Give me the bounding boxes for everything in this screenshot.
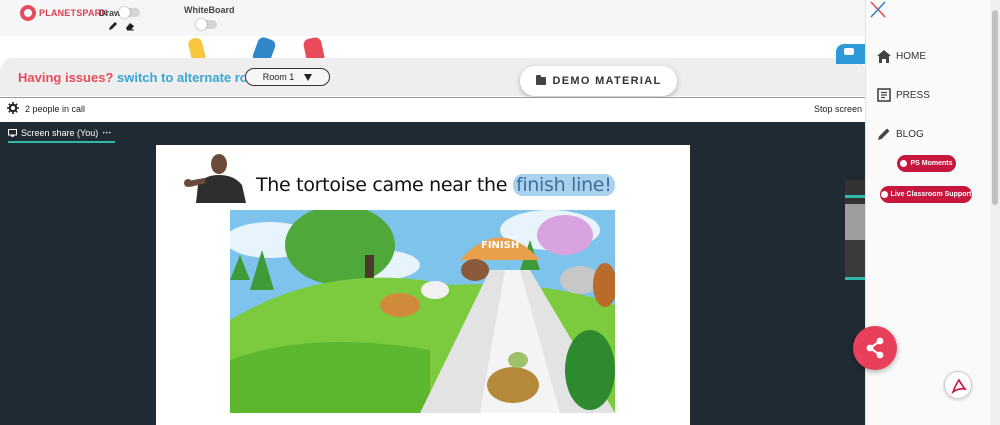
people-in-call-count: 2 people in call (25, 104, 86, 114)
issues-message: Having issues? switch to alternate room (18, 70, 267, 85)
gear-icon[interactable] (7, 102, 19, 117)
participant-thumbnail[interactable] (845, 204, 865, 240)
pill-label: Live Classroom Support (890, 191, 972, 198)
sidebar-item-blog[interactable]: BLOG (877, 127, 924, 141)
screen-share-label: Screen share (You) (21, 127, 99, 138)
slide-sentence: The tortoise came near the finish line! (256, 174, 615, 196)
monitor-icon (8, 128, 17, 137)
presenter-avatar (182, 151, 248, 203)
call-bar (0, 97, 865, 122)
whiteboard-label: WhiteBoard (184, 5, 235, 15)
home-icon (877, 49, 891, 63)
sidebar-item-label: PRESS (896, 89, 930, 101)
pencil-icon[interactable] (108, 21, 118, 34)
active-tab-indicator (8, 141, 115, 143)
demo-material-label: DEMO MATERIAL (552, 75, 662, 87)
ps-moments-button[interactable]: PS Moments (897, 155, 956, 172)
finish-sign-text: FINISH (481, 240, 519, 251)
thumbnail-status-bar (845, 195, 865, 198)
eraser-icon[interactable] (125, 21, 135, 34)
slide-highlighted-text: finish line! (512, 174, 615, 196)
share-button[interactable] (853, 326, 897, 370)
sidebar-item-label: BLOG (896, 128, 924, 140)
story-illustration: FINISH (230, 210, 615, 413)
support-icon (880, 191, 888, 198)
draw-toggle[interactable] (119, 7, 140, 18)
thumbnail-status-bar (845, 277, 865, 280)
brand-name: PLANETSPARK (39, 8, 109, 18)
slide-text-prefix: The tortoise came near the (256, 174, 508, 196)
pdf-icon (951, 378, 967, 395)
participant-thumbnail[interactable] (845, 180, 865, 204)
close-icon[interactable] (868, 0, 888, 20)
pencil-icon (877, 127, 891, 141)
issues-prefix: Having issues? (18, 70, 114, 85)
pill-label: PS Moments (910, 160, 953, 167)
folder-icon (535, 75, 546, 85)
brand-logo[interactable]: PLANETSPARK (20, 5, 108, 21)
stop-screen-button[interactable]: Stop screen (814, 104, 862, 114)
news-icon (877, 88, 891, 102)
tab-screen-share[interactable]: Screen share (You) ⋯ (8, 127, 111, 138)
sidebar-item-home[interactable]: HOME (877, 49, 926, 63)
planetspark-logo-icon (20, 5, 36, 21)
sidebar-item-label: HOME (896, 50, 926, 62)
room-select-value: Room 1 (262, 72, 295, 82)
more-options-icon[interactable]: ⋯ (102, 127, 111, 138)
dropdown-triangle-icon (304, 73, 313, 81)
classroom-page: PLANETSPARK Draw WhiteBoard Having issue… (0, 0, 1000, 425)
draw-label: Draw (99, 8, 122, 18)
chat-bubble-icon[interactable] (836, 44, 865, 64)
share-icon (866, 337, 884, 359)
participant-thumbnail[interactable] (845, 240, 865, 280)
sidebar-item-press[interactable]: PRESS (877, 88, 930, 102)
live-classroom-support-button[interactable]: Live Classroom Support (880, 186, 972, 203)
room-select[interactable]: Room 1 (245, 68, 330, 86)
participant-thumbnails[interactable] (845, 180, 865, 280)
pdf-button[interactable] (944, 371, 972, 399)
demo-material-button[interactable]: DEMO MATERIAL (520, 66, 677, 96)
star-icon (900, 160, 908, 167)
scrollbar-thumb[interactable] (992, 10, 998, 205)
whiteboard-toggle[interactable] (196, 19, 217, 30)
